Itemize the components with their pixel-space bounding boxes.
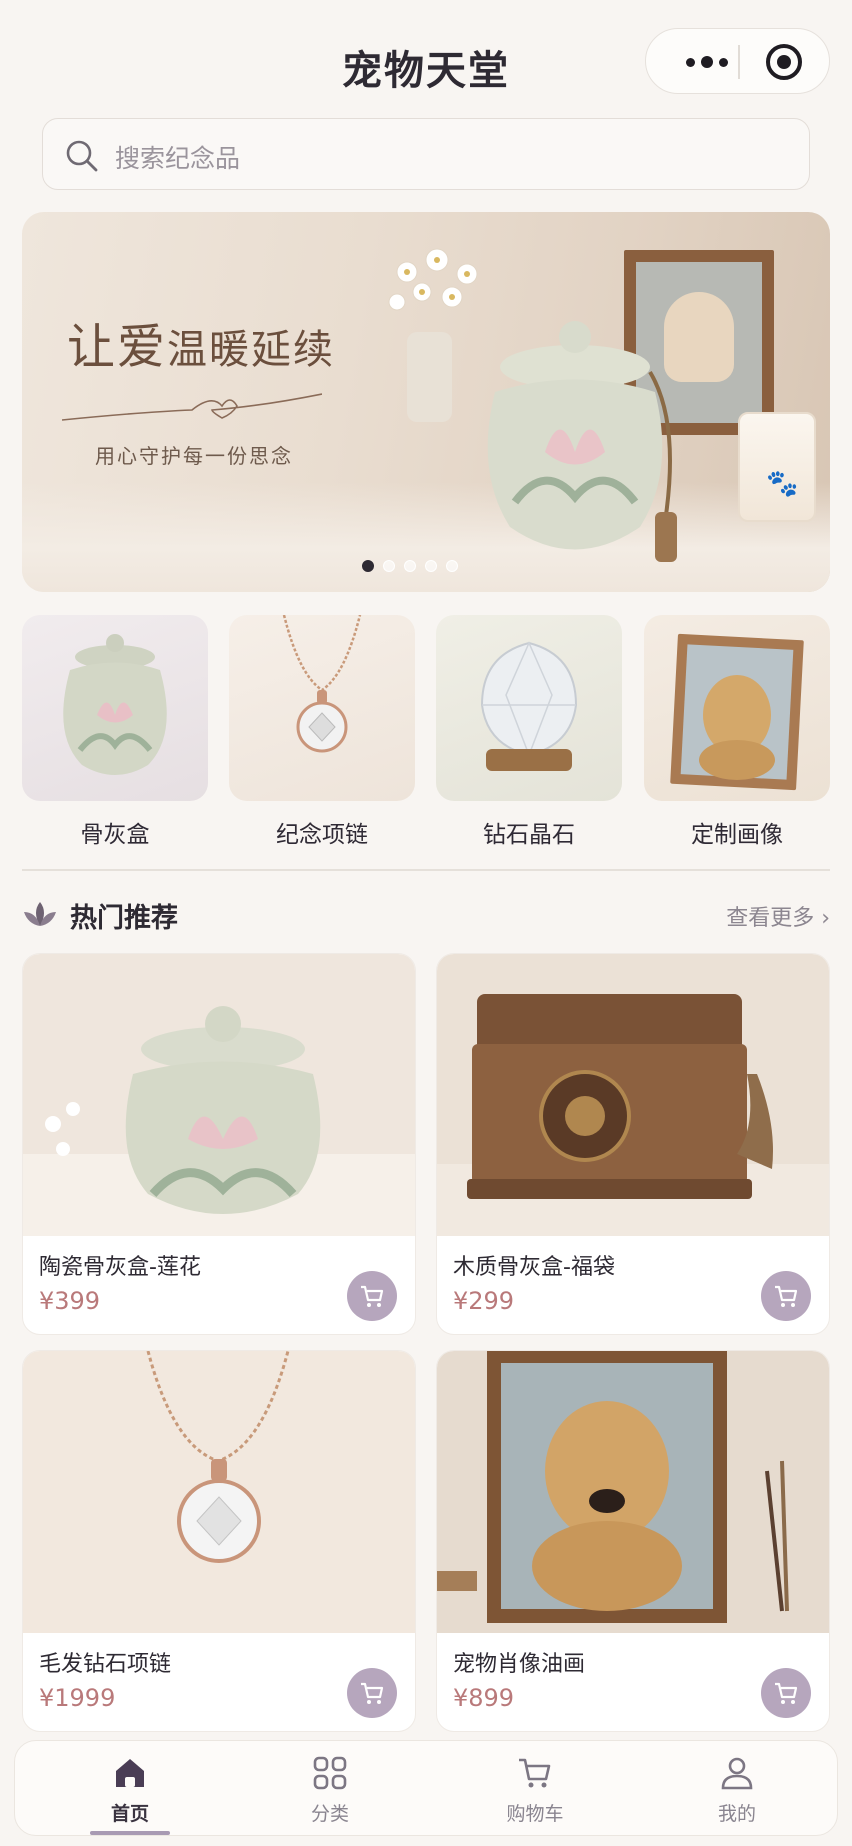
cart-icon (361, 1682, 384, 1704)
carousel-dot[interactable] (404, 560, 416, 572)
close-target-icon[interactable] (766, 44, 802, 80)
product-price: ¥299 (453, 1287, 515, 1315)
hero-banner[interactable]: 🐾 让爱温暖延续 用心守护每一份思念 (22, 212, 830, 592)
lotus-leaf-icon (24, 902, 56, 926)
add-to-cart-button[interactable] (761, 1271, 811, 1321)
carousel-dot[interactable] (425, 560, 437, 572)
mini-program-capsule (645, 28, 830, 94)
banner-slogan-part1: 让爱 (67, 319, 168, 375)
product-name: 木质骨灰盒-福袋 (453, 1255, 615, 1280)
bottom-tab-bar: 首页 分类 购物车 我的 (14, 1740, 838, 1836)
product-card[interactable]: 木质骨灰盒-福袋 ¥299 (436, 953, 830, 1335)
product-card[interactable]: 陶瓷骨灰盒-莲花 ¥399 (22, 953, 416, 1335)
product-image (437, 1351, 829, 1633)
cart-icon (775, 1285, 798, 1307)
cart-icon (519, 1758, 551, 1788)
product-image (23, 954, 415, 1236)
carousel-dot[interactable] (362, 560, 374, 572)
search-placeholder: 搜索纪念品 (115, 144, 241, 173)
product-image (23, 1351, 415, 1633)
heart-line-decoration (62, 393, 322, 421)
tab-home[interactable]: 首页 (55, 1741, 205, 1837)
category-necklace[interactable]: 纪念项链 (229, 615, 415, 850)
product-price: ¥1999 (39, 1684, 116, 1712)
product-name: 陶瓷骨灰盒-莲花 (39, 1255, 201, 1280)
view-more-link[interactable]: 查看更多 › (726, 900, 830, 932)
carousel-dot[interactable] (446, 560, 458, 572)
tab-label: 我的 (717, 1803, 756, 1825)
category-label: 骨灰盒 (80, 822, 150, 848)
category-grid: 骨灰盒 纪念项链 钻石晶石 定制画像 (22, 615, 830, 850)
category-label: 纪念项链 (276, 822, 368, 848)
portrait-icon (644, 615, 830, 801)
add-to-cart-button[interactable] (761, 1668, 811, 1718)
category-urn[interactable]: 骨灰盒 (22, 615, 208, 850)
capsule-divider (738, 45, 740, 79)
banner-slogan-part2: 温暖延续 (167, 327, 336, 373)
cart-icon (775, 1682, 798, 1704)
product-image (437, 954, 829, 1236)
product-price: ¥399 (39, 1287, 101, 1315)
search-input[interactable]: 搜索纪念品 (42, 118, 810, 190)
product-name: 毛发钻石项链 (39, 1652, 172, 1677)
section-divider (22, 869, 830, 871)
banner-subtitle: 用心守护每一份思念 (95, 444, 293, 468)
grid-icon (313, 1756, 347, 1790)
category-label: 钻石晶石 (483, 822, 575, 848)
crystal-icon (436, 615, 622, 801)
tab-category[interactable]: 分类 (255, 1741, 405, 1837)
carousel-dot[interactable] (383, 560, 395, 572)
home-icon (116, 1759, 144, 1787)
product-name: 宠物肖像油画 (453, 1652, 586, 1677)
product-card[interactable]: 宠物肖像油画 ¥899 (436, 1350, 830, 1732)
section-title: 热门推荐 (70, 903, 178, 934)
add-to-cart-button[interactable] (347, 1668, 397, 1718)
tab-label: 购物车 (506, 1803, 564, 1825)
banner-slogan: 让爱温暖延续 (67, 307, 335, 377)
search-icon (66, 140, 98, 172)
tab-profile[interactable]: 我的 (662, 1741, 812, 1837)
tab-label: 分类 (310, 1803, 349, 1825)
user-icon (721, 1757, 753, 1790)
product-card[interactable]: 毛发钻石项链 ¥1999 (22, 1350, 416, 1732)
cart-icon (361, 1285, 384, 1307)
add-to-cart-button[interactable] (347, 1271, 397, 1321)
carousel-indicator[interactable] (362, 560, 458, 572)
product-price: ¥899 (453, 1684, 515, 1712)
tab-label: 首页 (110, 1803, 149, 1825)
category-label: 定制画像 (691, 822, 783, 848)
tab-cart[interactable]: 购物车 (460, 1741, 610, 1837)
urn-icon (22, 615, 208, 801)
category-crystal[interactable]: 钻石晶石 (436, 615, 622, 850)
necklace-icon (229, 615, 415, 801)
header: 宠物天堂 (0, 0, 852, 112)
lotus-urn-illustration (487, 321, 677, 562)
candle-illustration: 🐾 (738, 412, 816, 522)
more-icon[interactable] (672, 29, 742, 95)
category-portrait[interactable]: 定制画像 (644, 615, 830, 850)
section-header: 热门推荐 查看更多 › (22, 890, 830, 940)
active-tab-indicator (90, 1831, 170, 1835)
paw-icon: 🐾 (766, 469, 799, 499)
banner-cloth (22, 482, 830, 592)
